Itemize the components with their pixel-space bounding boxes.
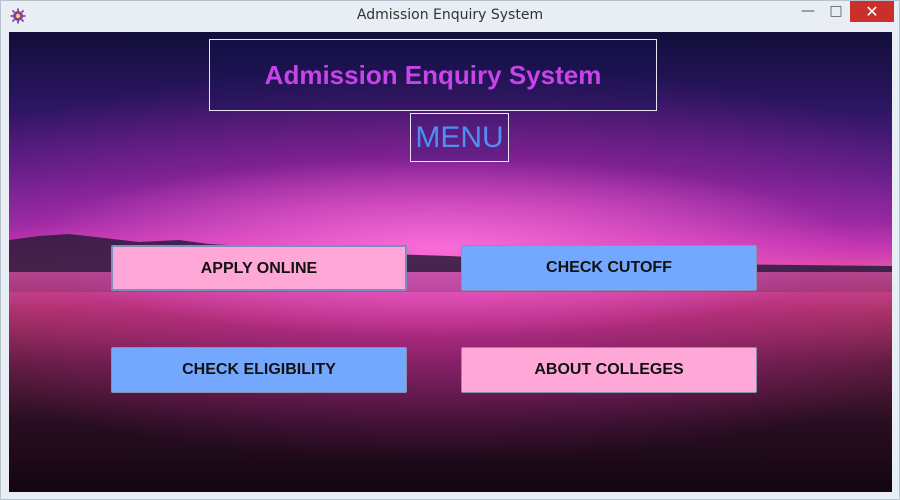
close-button[interactable]: ✕: [850, 1, 894, 22]
header-title: Admission Enquiry System: [264, 60, 602, 90]
check-cutoff-button[interactable]: CHECK CUTOFF: [461, 245, 757, 291]
title-bar[interactable]: Admission Enquiry System — □ ✕: [1, 1, 899, 32]
background-panel: Admission Enquiry System MENU APPLY ONLI…: [9, 32, 892, 492]
window-title: Admission Enquiry System: [356, 7, 544, 23]
menu-label-box: MENU: [410, 113, 509, 162]
apply-online-button[interactable]: APPLY ONLINE: [111, 245, 407, 291]
check-eligibility-button[interactable]: CHECK ELIGIBILITY: [111, 347, 407, 393]
menu-label: MENU: [415, 121, 504, 154]
about-colleges-button[interactable]: ABOUT COLLEGES: [461, 347, 757, 393]
maximize-button[interactable]: □: [823, 1, 849, 22]
minimize-button[interactable]: —: [795, 1, 821, 22]
header-panel: Admission Enquiry System: [209, 39, 657, 111]
app-window: Admission Enquiry System — □ ✕ Admission…: [0, 0, 900, 500]
